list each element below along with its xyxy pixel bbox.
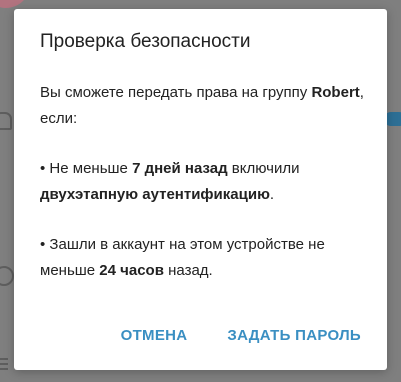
condition1-middle: включили [227,160,300,177]
cancel-button[interactable]: ОТМЕНА [121,327,188,344]
condition1-days: 7 дней назад [132,160,228,177]
condition1-feature: двухэтапную аутентификацию [40,186,270,203]
security-check-dialog: Проверка безопасности Вы сможете передат… [14,9,387,370]
condition1-end: . [269,186,275,203]
condition1-text: • Не меньше [40,160,133,177]
dialog-actions: ОТМЕНА ЗАДАТЬ ПАРОЛЬ [121,327,361,344]
intro-text: Вы сможете передать права на группу [40,84,312,101]
condition2-hours: 24 часов [99,262,164,279]
screen: Проверка безопасности Вы сможете передат… [0,0,401,382]
person-icon [0,266,14,286]
intro-paragraph: Вы сможете передать права на группу Robe… [40,80,370,132]
condition2-end: назад. [163,262,213,279]
menu-icon [0,358,8,360]
set-password-button[interactable]: ЗАДАТЬ ПАРОЛЬ [227,327,361,344]
condition-two-step: • Не меньше 7 дней назад включили двухэт… [40,156,370,208]
dialog-body: Вы сможете передать права на группу Robe… [40,80,370,284]
group-name: Robert [311,84,360,101]
dialog-title: Проверка безопасности [40,31,251,52]
avatar [0,0,30,8]
bell-icon [0,112,12,130]
condition-device-login: • Зашли в аккаунт на этом устройстве не … [40,232,370,284]
